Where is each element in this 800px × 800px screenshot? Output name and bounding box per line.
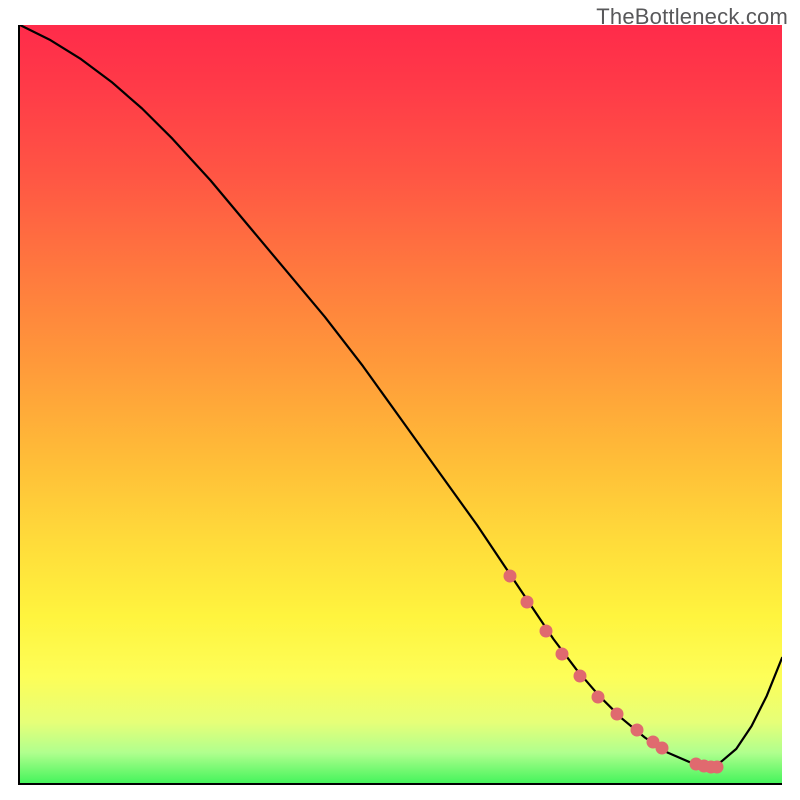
marker-dot bbox=[556, 648, 569, 661]
marker-dot bbox=[710, 760, 723, 773]
marker-dot bbox=[574, 670, 587, 683]
marker-dot bbox=[539, 624, 552, 637]
chart-frame: TheBottleneck.com bbox=[0, 0, 800, 800]
marker-dot bbox=[611, 708, 624, 721]
marker-dot bbox=[520, 595, 533, 608]
marker-dot bbox=[631, 724, 644, 737]
curve-svg bbox=[20, 25, 782, 783]
curve-line bbox=[20, 25, 782, 766]
marker-dot bbox=[592, 690, 605, 703]
watermark-label: TheBottleneck.com bbox=[596, 4, 788, 30]
plot-area bbox=[18, 25, 782, 785]
marker-dot bbox=[504, 570, 517, 583]
marker-dot bbox=[655, 741, 668, 754]
